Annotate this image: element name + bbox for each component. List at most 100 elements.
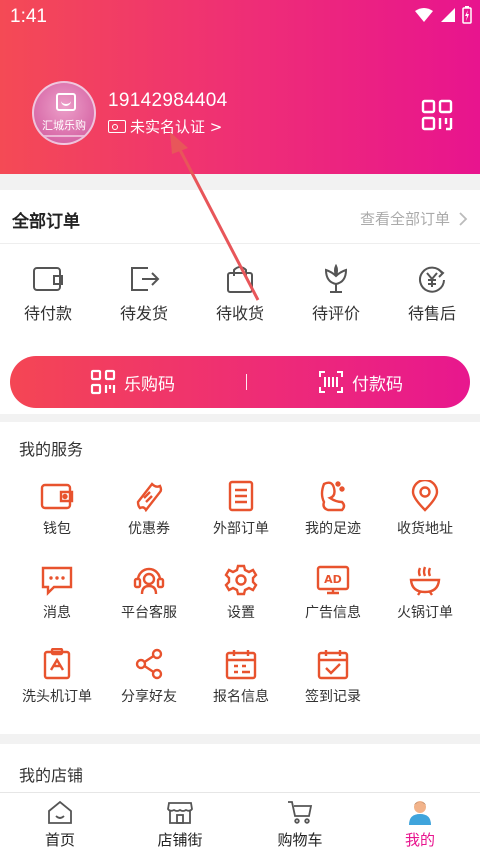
service-footprint[interactable]: 我的足迹: [287, 480, 379, 538]
legou-code-button[interactable]: 乐购码: [90, 356, 175, 408]
view-all-orders-link[interactable]: 查看全部订单: [360, 208, 468, 229]
services-title: 我的服务: [19, 440, 84, 459]
store-title: 我的店铺: [19, 766, 84, 785]
service-messages[interactable]: 消息: [11, 564, 103, 622]
service-hotpot-orders[interactable]: 火锅订单: [379, 564, 471, 622]
service-label: 报名信息: [213, 689, 269, 705]
bag-icon: [227, 266, 253, 293]
home-icon: [48, 800, 72, 824]
service-label: 优惠券: [128, 521, 170, 537]
id-card-icon: [108, 120, 126, 133]
service-ad-info[interactable]: AD 广告信息: [287, 564, 379, 622]
wallet-icon: [33, 267, 63, 291]
order-label: 待发货: [119, 304, 168, 323]
tab-label: 店铺街: [157, 831, 203, 849]
service-label: 消息: [43, 605, 71, 621]
services-card: 我的服务 钱包 优惠券 外部订单 我的足迹 收货地址 消息 平台客服 设置 AD…: [0, 422, 480, 734]
service-label: 钱包: [43, 521, 71, 537]
order-after-sales[interactable]: 待售后: [384, 264, 480, 324]
orders-title: 全部订单: [12, 212, 80, 232]
service-label: 平台客服: [121, 605, 177, 621]
svg-text:AD: AD: [324, 573, 342, 586]
service-coupon[interactable]: 优惠券: [103, 480, 195, 538]
refund-icon: [419, 266, 445, 293]
order-pending-receipt[interactable]: 待收货: [192, 264, 288, 324]
service-share[interactable]: 分享好友: [103, 648, 195, 706]
service-label: 签到记录: [305, 689, 361, 705]
pay-bar-container: 乐购码 付款码: [0, 342, 480, 414]
orders-card: 全部订单 查看全部订单 待付款 待发货 待收货 待评价 待售后: [0, 190, 480, 342]
checkin-icon: [317, 650, 349, 680]
tab-home[interactable]: 首页: [0, 799, 120, 850]
wifi-icon: [415, 8, 433, 22]
pay-bar-divider: [246, 374, 247, 390]
user-icon: [409, 801, 431, 825]
tab-label: 我的: [404, 831, 435, 849]
service-label: 分享好友: [121, 689, 177, 705]
order-pending-review[interactable]: 待评价: [288, 264, 384, 324]
clipboard-icon: [43, 648, 71, 680]
tab-mine[interactable]: 我的: [360, 799, 480, 850]
payment-code-button[interactable]: 付款码: [318, 356, 403, 408]
order-label: 待评价: [311, 304, 360, 323]
qr-code-icon: [90, 369, 116, 395]
verify-label: 未实名认证 >: [130, 118, 223, 136]
share-icon: [135, 648, 163, 680]
status-icons: [414, 6, 472, 24]
chevron-right-icon: [459, 211, 468, 226]
battery-icon: [462, 6, 472, 24]
avatar-decoration: [42, 135, 86, 137]
ship-icon: [131, 267, 160, 291]
footprint-icon: [320, 481, 346, 512]
tab-label: 首页: [44, 831, 75, 849]
user-phone: 19142984404: [108, 90, 228, 111]
avatar[interactable]: 汇城乐购: [32, 81, 96, 145]
service-settings[interactable]: 设置: [195, 564, 287, 622]
tab-store-street[interactable]: 店铺街: [120, 799, 240, 850]
flower-icon: [324, 264, 348, 293]
service-address[interactable]: 收货地址: [379, 480, 471, 538]
service-label: 外部订单: [213, 521, 269, 537]
tab-cart[interactable]: 购物车: [240, 799, 360, 850]
store-icon: [167, 802, 193, 824]
order-pending-shipment[interactable]: 待发货: [96, 264, 192, 324]
store-card: 我的店铺: [0, 744, 480, 792]
shopping-bag-logo-icon: [56, 93, 76, 111]
service-hairwash-orders[interactable]: 洗头机订单: [11, 648, 103, 706]
service-external-orders[interactable]: 外部订单: [195, 480, 287, 538]
service-label: 火锅订单: [397, 605, 453, 621]
service-label: 设置: [227, 605, 255, 621]
order-label: 待收货: [215, 304, 264, 323]
status-time: 1:41: [10, 6, 47, 27]
qr-code-icon[interactable]: [420, 98, 454, 132]
service-registration[interactable]: 报名信息: [195, 648, 287, 706]
legou-code-label: 乐购码: [124, 374, 175, 395]
order-label: 待售后: [407, 304, 456, 323]
service-checkin-records[interactable]: 签到记录: [287, 648, 379, 706]
message-icon: [41, 566, 73, 596]
service-label: 洗头机订单: [22, 689, 92, 705]
order-pending-payment[interactable]: 待付款: [0, 264, 96, 324]
order-label: 待付款: [23, 304, 72, 323]
calendar-icon: [225, 650, 257, 680]
status-bar: 1:41: [0, 0, 480, 34]
barcode-icon: [319, 371, 343, 393]
service-customer-support[interactable]: 平台客服: [103, 564, 195, 622]
profile-header: 1:41 汇城乐购 19142984404 未实名认证 >: [0, 0, 480, 174]
service-label: 广告信息: [305, 605, 361, 621]
hotpot-icon: [409, 566, 441, 596]
ad-icon: AD: [316, 565, 350, 595]
tab-bar: 首页 店铺街 购物车 我的: [0, 792, 480, 854]
cart-icon: [288, 801, 313, 824]
service-wallet[interactable]: 钱包: [11, 480, 103, 538]
document-icon: [228, 480, 254, 512]
view-all-orders-label: 查看全部订单: [359, 210, 450, 228]
coupon-icon: [136, 482, 163, 512]
pay-bar: 乐购码 付款码: [10, 356, 470, 408]
service-label: 我的足迹: [305, 521, 361, 537]
verify-link[interactable]: 未实名认证 >: [108, 116, 222, 137]
payment-code-label: 付款码: [352, 374, 403, 395]
orders-header: 全部订单 查看全部订单: [0, 190, 480, 244]
avatar-logo-text: 汇城乐购: [42, 119, 86, 132]
tab-label: 购物车: [277, 831, 323, 849]
